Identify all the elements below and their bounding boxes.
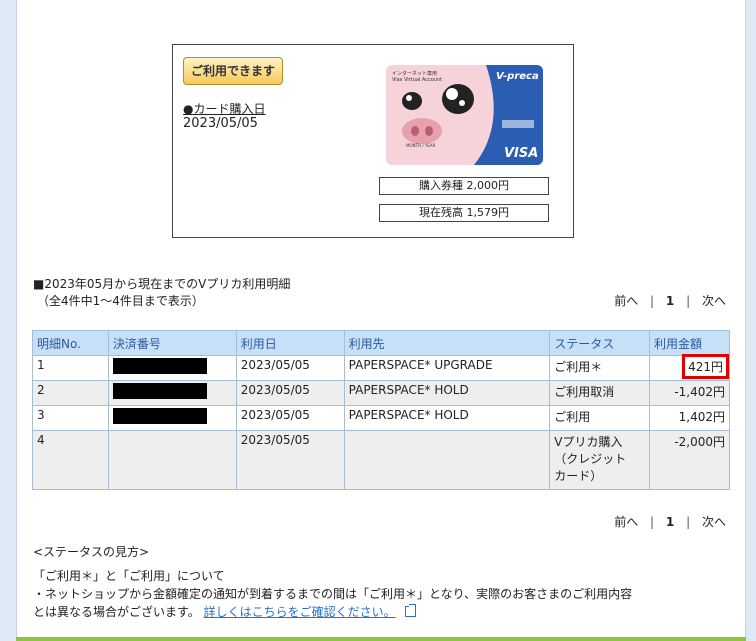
pager-separator: | xyxy=(650,515,655,529)
col-header-status: ステータス xyxy=(549,330,651,356)
cell-payment-id xyxy=(107,355,237,381)
cell-status: ご利用取消 xyxy=(549,380,651,406)
pager-current-page: 1 xyxy=(665,515,675,529)
cell-merchant: PAPERSPACE* HOLD xyxy=(343,405,551,431)
pager-prev-link[interactable]: 前へ xyxy=(614,294,638,308)
card-subtitle-line2: Visa Virtual Account xyxy=(392,77,442,83)
table-row: 3 2023/05/05 PAPERSPACE* HOLD ご利用 1,402円 xyxy=(32,405,730,431)
left-frame-border xyxy=(0,0,17,641)
highlighted-amount: 421円 xyxy=(682,354,729,379)
col-header-date: 利用日 xyxy=(235,330,345,356)
status-legend-title: <ステータスの見方> xyxy=(33,545,150,559)
cell-amount: 1,402円 xyxy=(649,405,730,431)
redacted-block xyxy=(112,408,207,424)
cell-date: 2023/05/05 xyxy=(235,430,345,490)
cell-no: 4 xyxy=(32,430,109,490)
statement-count: （全4件中1～4件目まで表示） xyxy=(37,294,204,308)
pager-next-link[interactable]: 次へ xyxy=(702,515,726,529)
card-summary-panel: ご利用できます ●カード購入日 2023/05/05 インターネット専用 Vis… xyxy=(172,44,574,238)
cell-status: Vプリカ購入 （クレジット カード） xyxy=(549,430,651,490)
cell-date: 2023/05/05 xyxy=(235,355,345,381)
card-subtitle-line1: インターネット専用 xyxy=(392,70,437,77)
cell-date: 2023/05/05 xyxy=(235,405,345,431)
table-header-row: 明細No. 決済番号 利用日 利用先 ステータス 利用金額 xyxy=(32,330,730,356)
status-legend-line3: とは異なる場合がございます。 詳しくはこちらをご確認ください。 xyxy=(33,603,417,620)
cell-payment-id xyxy=(107,430,237,490)
cell-merchant: PAPERSPACE* HOLD xyxy=(343,380,551,406)
cell-status: ご利用＊ xyxy=(549,355,651,381)
card-expiry-label: MONTH / YEAR xyxy=(406,143,436,148)
pager-prev-link[interactable]: 前へ xyxy=(614,515,638,529)
pager-next-link[interactable]: 次へ xyxy=(702,294,726,308)
table-row: 1 2023/05/05 PAPERSPACE* UPGRADE ご利用＊ 42… xyxy=(32,354,730,381)
cell-status: ご利用 xyxy=(549,405,651,431)
bottom-accent-bar xyxy=(16,637,746,641)
cell-amount: -2,000円 xyxy=(649,430,730,490)
pager-top: 前へ | 1 | 次へ xyxy=(614,292,726,309)
statement-heading: ■2023年05月から現在までのVプリカ利用明細 xyxy=(33,277,291,291)
details-link[interactable]: 詳しくはこちらをご確認ください。 xyxy=(204,605,396,619)
pager-bottom: 前へ | 1 | 次へ xyxy=(614,513,726,530)
status-legend-line1: 「ご利用＊」と「ご利用」について xyxy=(33,569,225,583)
pager-separator: | xyxy=(686,294,691,308)
cell-no: 2 xyxy=(32,380,109,406)
purchase-date-value: 2023/05/05 xyxy=(183,116,258,131)
cell-merchant: PAPERSPACE* UPGRADE xyxy=(343,355,551,381)
table-row: 2 2023/05/05 PAPERSPACE* HOLD ご利用取消 -1,4… xyxy=(32,380,730,406)
right-frame-border xyxy=(745,0,756,641)
cell-amount: -1,402円 xyxy=(649,380,730,406)
statement-table: 明細No. 決済番号 利用日 利用先 ステータス 利用金額 1 2023/05/… xyxy=(32,330,730,490)
cell-no: 3 xyxy=(32,405,109,431)
pager-separator: | xyxy=(650,294,655,308)
status-line: （クレジット xyxy=(554,452,627,466)
cell-amount: 421円 xyxy=(649,354,730,381)
cell-no: 1 xyxy=(32,355,109,381)
col-header-merchant: 利用先 xyxy=(343,330,551,356)
status-line: カード） xyxy=(554,469,603,483)
pager-current-page: 1 xyxy=(665,294,675,308)
table-row: 4 2023/05/05 Vプリカ購入 （クレジット カード） -2,000円 xyxy=(32,430,730,490)
redacted-block xyxy=(112,358,207,374)
col-header-payment-id: 決済番号 xyxy=(107,330,237,356)
purchase-date-label: ●カード購入日 xyxy=(183,102,266,116)
col-header-no: 明細No. xyxy=(32,330,109,356)
cell-date: 2023/05/05 xyxy=(235,380,345,406)
pager-separator: | xyxy=(686,515,691,529)
card-brand-text: V-preca xyxy=(496,71,539,82)
purchase-amount-box: 購入券種 2,000円 xyxy=(379,177,549,195)
cell-merchant xyxy=(343,430,551,490)
vpreca-card-image: インターネット専用 Visa Virtual Account V-preca V… xyxy=(386,65,543,165)
card-network-logo: VISA xyxy=(504,146,538,161)
redacted-block xyxy=(112,383,207,399)
cell-payment-id xyxy=(107,405,237,431)
external-link-icon[interactable] xyxy=(405,604,417,617)
current-balance-box: 現在残高 1,579円 xyxy=(379,204,549,222)
col-header-amount: 利用金額 xyxy=(649,330,730,356)
card-status-button[interactable]: ご利用できます xyxy=(183,57,283,85)
cell-payment-id xyxy=(107,380,237,406)
status-legend-line2: ・ネットショップから金額確定の通知が到着するまでの間は「ご利用＊」となり、実際の… xyxy=(33,587,633,601)
status-line: Vプリカ購入 xyxy=(554,435,623,449)
status-legend-text: とは異なる場合がございます。 xyxy=(33,605,200,619)
